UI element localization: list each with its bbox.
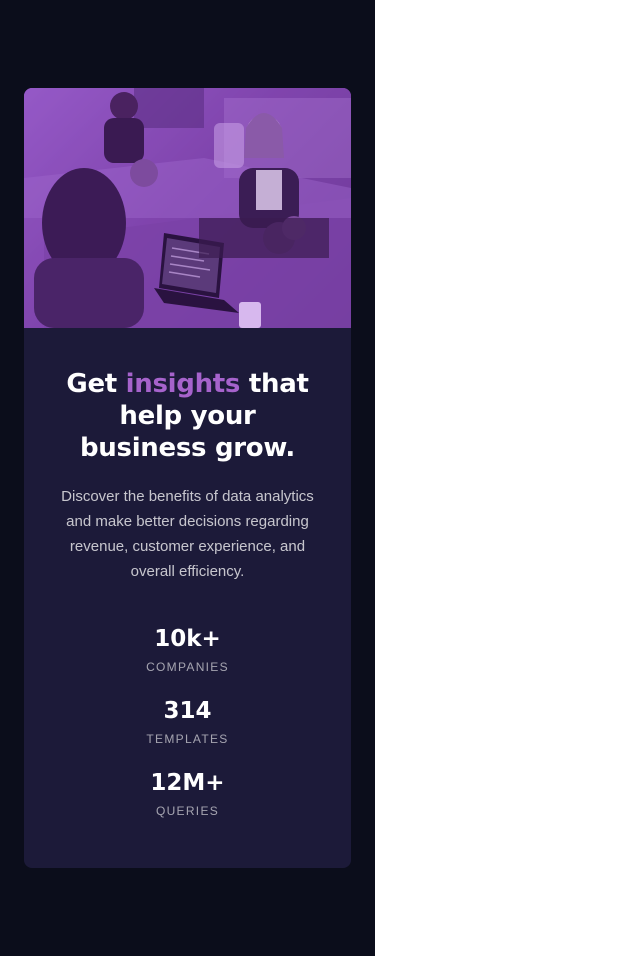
card-description: Discover the benefits of data analytics …	[61, 488, 314, 580]
title-accent-word: insights	[125, 369, 241, 399]
card-title: Get insights that help your business gro…	[52, 368, 323, 464]
stat-label: TEMPLATES	[146, 732, 229, 746]
stat-label: QUERIES	[155, 804, 220, 818]
stat-value: 12M+	[150, 770, 225, 796]
office-team-photo-icon	[24, 88, 351, 328]
stats-list: 10k+ COMPANIES 314 TEMPLATES 12M+ QUERIE…	[52, 624, 323, 818]
card-content: Get insights that help your business gro…	[24, 328, 351, 818]
stat-queries: 12M+ QUERIES	[52, 768, 323, 818]
stat-label: COMPANIES	[146, 660, 229, 674]
hero-image	[24, 88, 351, 328]
stats-preview-card: Get insights that help your business gro…	[24, 88, 351, 868]
stat-value: 10k+	[154, 626, 221, 652]
stat-companies: 10k+ COMPANIES	[52, 624, 323, 674]
stat-value: 314	[163, 698, 212, 724]
stat-templates: 314 TEMPLATES	[52, 696, 323, 746]
mobile-viewport: Get insights that help your business gro…	[0, 0, 375, 956]
title-text-start: Get	[66, 369, 126, 399]
outside-viewport-area	[375, 0, 620, 956]
